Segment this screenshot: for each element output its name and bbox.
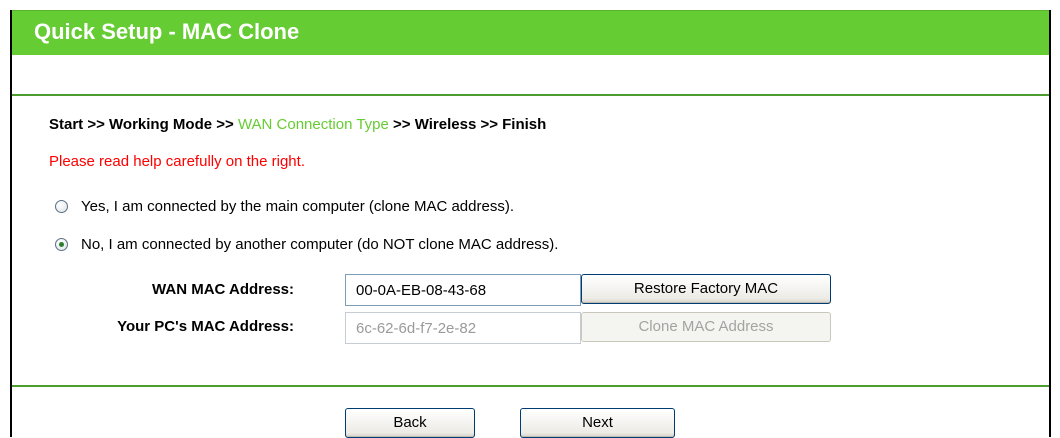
breadcrumb-start: Start >> Working Mode >> xyxy=(49,116,238,133)
option-clone-no[interactable]: No, I am connected by another computer (… xyxy=(55,236,558,253)
radio-clone-yes[interactable] xyxy=(55,200,68,213)
header-bar: Quick Setup - MAC Clone xyxy=(12,10,1049,55)
pc-mac-label: Your PC's MAC Address: xyxy=(117,318,294,335)
breadcrumb: Start >> Working Mode >> WAN Connection … xyxy=(49,116,546,133)
radio-clone-no[interactable] xyxy=(55,238,68,251)
pc-mac-input xyxy=(345,312,581,344)
back-button[interactable]: Back xyxy=(345,408,475,438)
clone-mac-button: Clone MAC Address xyxy=(581,312,831,342)
restore-factory-mac-button[interactable]: Restore Factory MAC xyxy=(581,274,831,304)
next-button[interactable]: Next xyxy=(520,408,675,438)
breadcrumb-active-step: WAN Connection Type xyxy=(237,116,389,133)
divider-top xyxy=(12,94,1049,96)
option-clone-yes[interactable]: Yes, I am connected by the main computer… xyxy=(55,198,514,215)
page-title: Quick Setup - MAC Clone xyxy=(34,19,300,44)
wan-mac-input[interactable] xyxy=(345,274,581,306)
divider-bottom xyxy=(12,385,1049,387)
help-warning: Please read help carefully on the right. xyxy=(49,153,305,170)
breadcrumb-end: >> Wireless >> Finish xyxy=(388,116,547,133)
option-clone-yes-label: Yes, I am connected by the main computer… xyxy=(81,198,514,215)
setup-panel: Quick Setup - MAC Clone Start >> Working… xyxy=(10,10,1051,438)
option-clone-no-label: No, I am connected by another computer (… xyxy=(81,236,559,253)
wan-mac-label: WAN MAC Address: xyxy=(152,281,294,298)
